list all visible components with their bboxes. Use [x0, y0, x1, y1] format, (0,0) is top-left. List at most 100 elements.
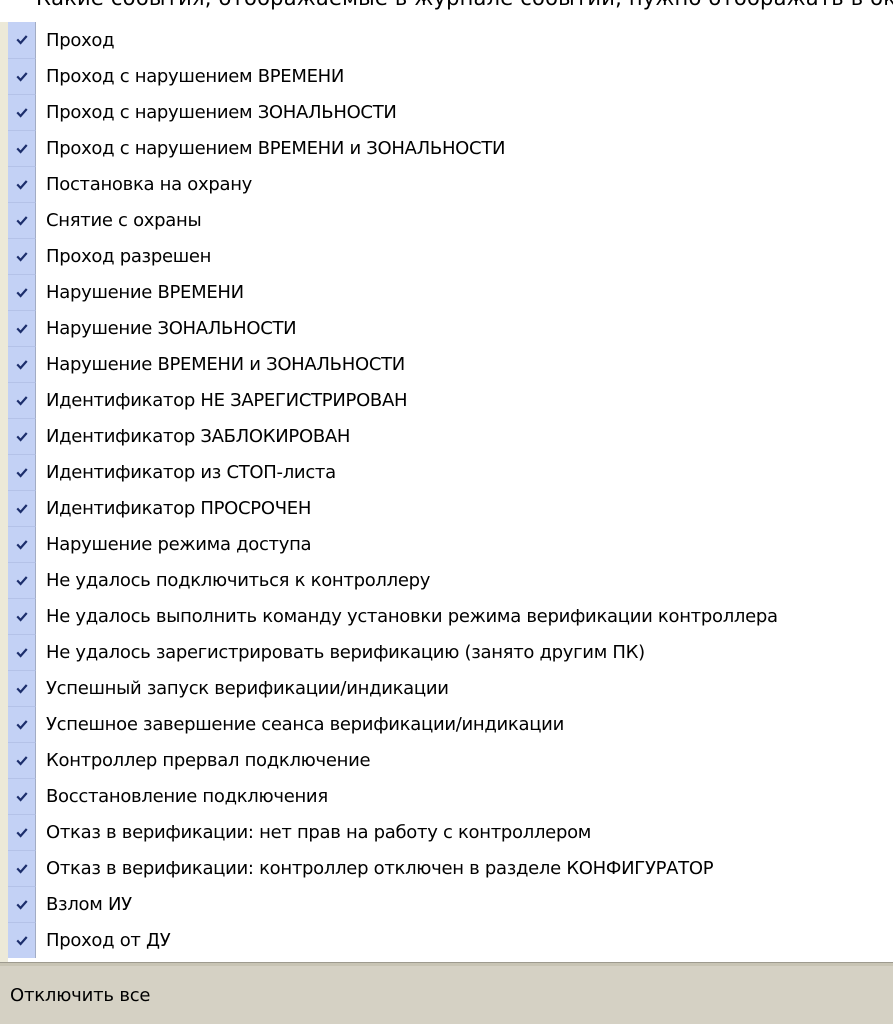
event-row[interactable]: Нарушение ВРЕМЕНИ и ЗОНАЛЬНОСТИ	[8, 346, 893, 382]
event-label: Проход с нарушением ВРЕМЕНИ	[46, 65, 345, 87]
event-checkbox[interactable]	[8, 238, 36, 274]
event-row[interactable]: Проход от ДУ	[8, 922, 893, 958]
disable-all-label: Отключить все	[10, 984, 151, 1006]
disable-all-button[interactable]: Отключить все	[0, 966, 893, 1024]
event-checkbox[interactable]	[8, 274, 36, 310]
event-checkbox[interactable]	[8, 814, 36, 850]
event-checkbox[interactable]	[8, 310, 36, 346]
event-checkbox[interactable]	[8, 346, 36, 382]
checkmark-icon	[15, 755, 28, 766]
event-label: Идентификатор из СТОП-листа	[46, 461, 336, 483]
event-row[interactable]: Нарушение ВРЕМЕНИ	[8, 274, 893, 310]
event-checkbox[interactable]	[8, 22, 36, 58]
event-checkbox[interactable]	[8, 418, 36, 454]
checkmark-icon	[15, 827, 28, 838]
event-row[interactable]: Восстановление подключения	[8, 778, 893, 814]
event-row[interactable]: Проход с нарушением ВРЕМЕНИ	[8, 58, 893, 94]
checkmark-icon	[15, 431, 28, 442]
event-row[interactable]: Не удалось подключиться к контроллеру	[8, 562, 893, 598]
event-label: Взлом ИУ	[46, 893, 132, 915]
event-row[interactable]: Идентификатор из СТОП-листа	[8, 454, 893, 490]
cropped-header-text: Какие события, отображаемые в журнале со…	[0, 0, 893, 22]
event-label: Отказ в верификации: нет прав на работу …	[46, 821, 592, 843]
event-row[interactable]: Проход разрешен	[8, 238, 893, 274]
event-label: Нарушение ЗОНАЛЬНОСТИ	[46, 317, 297, 339]
event-label: Проход от ДУ	[46, 929, 171, 951]
event-checkbox[interactable]	[8, 166, 36, 202]
event-checkbox[interactable]	[8, 922, 36, 958]
event-row[interactable]: Отказ в верификации: нет прав на работу …	[8, 814, 893, 850]
event-checkbox[interactable]	[8, 850, 36, 886]
checkmark-icon	[15, 143, 28, 154]
event-row[interactable]: Проход с нарушением ВРЕМЕНИ и ЗОНАЛЬНОСТ…	[8, 130, 893, 166]
event-label: Успешное завершение сеанса верификации/и…	[46, 713, 564, 735]
event-checkbox[interactable]	[8, 886, 36, 922]
event-row[interactable]: Нарушение режима доступа	[8, 526, 893, 562]
event-checkbox[interactable]	[8, 58, 36, 94]
event-label: Нарушение режима доступа	[46, 533, 312, 555]
checkmark-icon	[15, 935, 28, 946]
event-checkbox[interactable]	[8, 670, 36, 706]
event-checkbox[interactable]	[8, 382, 36, 418]
checkmark-icon	[15, 215, 28, 226]
checkmark-icon	[15, 71, 28, 82]
checkmark-icon	[15, 647, 28, 658]
checkmark-icon	[15, 791, 28, 802]
event-row[interactable]: Успешное завершение сеанса верификации/и…	[8, 706, 893, 742]
event-checkbox[interactable]	[8, 706, 36, 742]
event-row[interactable]: Нарушение ЗОНАЛЬНОСТИ	[8, 310, 893, 346]
event-row[interactable]: Проход	[8, 22, 893, 58]
event-row[interactable]: Идентификатор НЕ ЗАРЕГИСТРИРОВАН	[8, 382, 893, 418]
event-row[interactable]: Отказ в верификации: контроллер отключен…	[8, 850, 893, 886]
event-label: Проход с нарушением ЗОНАЛЬНОСТИ	[46, 101, 397, 123]
event-checkbox[interactable]	[8, 130, 36, 166]
event-checkbox[interactable]	[8, 526, 36, 562]
event-label: Проход с нарушением ВРЕМЕНИ и ЗОНАЛЬНОСТ…	[46, 137, 506, 159]
event-checkbox[interactable]	[8, 454, 36, 490]
event-checkbox[interactable]	[8, 598, 36, 634]
event-row[interactable]: Снятие с охраны	[8, 202, 893, 238]
event-label: Снятие с охраны	[46, 209, 202, 231]
event-checkbox[interactable]	[8, 778, 36, 814]
event-checkbox[interactable]	[8, 490, 36, 526]
checkmark-icon	[15, 395, 28, 406]
event-label: Не удалось выполнить команду установки р…	[46, 605, 778, 627]
header-text: Какие события, отображаемые в журнале со…	[36, 0, 893, 10]
event-row[interactable]: Успешный запуск верификации/индикации	[8, 670, 893, 706]
checkmark-icon	[15, 251, 28, 262]
checkmark-icon	[15, 323, 28, 334]
event-label: Идентификатор ПРОСРОЧЕН	[46, 497, 312, 519]
checkmark-icon	[15, 863, 28, 874]
event-row[interactable]: Идентификатор ПРОСРОЧЕН	[8, 490, 893, 526]
event-checkbox[interactable]	[8, 562, 36, 598]
event-checkbox[interactable]	[8, 742, 36, 778]
event-checkbox[interactable]	[8, 634, 36, 670]
checkmark-icon	[15, 719, 28, 730]
event-label: Проход	[46, 29, 115, 51]
event-checkbox[interactable]	[8, 202, 36, 238]
event-label: Контроллер прервал подключение	[46, 749, 371, 771]
event-row[interactable]: Идентификатор ЗАБЛОКИРОВАН	[8, 418, 893, 454]
event-row[interactable]: Постановка на охрану	[8, 166, 893, 202]
event-row[interactable]: Не удалось зарегистрировать верификацию …	[8, 634, 893, 670]
event-checkbox[interactable]	[8, 94, 36, 130]
event-row[interactable]: Проход с нарушением ЗОНАЛЬНОСТИ	[8, 94, 893, 130]
event-row[interactable]: Не удалось выполнить команду установки р…	[8, 598, 893, 634]
checkmark-icon	[15, 179, 28, 190]
checkmark-icon	[15, 107, 28, 118]
event-label: Идентификатор ЗАБЛОКИРОВАН	[46, 425, 351, 447]
event-label: Проход разрешен	[46, 245, 212, 267]
checkmark-icon	[15, 287, 28, 298]
checkmark-icon	[15, 359, 28, 370]
event-label: Нарушение ВРЕМЕНИ и ЗОНАЛЬНОСТИ	[46, 353, 405, 375]
event-label: Восстановление подключения	[46, 785, 328, 807]
checkmark-icon	[15, 35, 28, 45]
event-label: Нарушение ВРЕМЕНИ	[46, 281, 244, 303]
event-row[interactable]: Контроллер прервал подключение	[8, 742, 893, 778]
checkmark-icon	[15, 575, 28, 586]
checkmark-icon	[15, 611, 28, 622]
event-row[interactable]: Взлом ИУ	[8, 886, 893, 922]
event-label: Не удалось подключиться к контроллеру	[46, 569, 431, 591]
checkmark-icon	[15, 503, 28, 514]
event-label: Не удалось зарегистрировать верификацию …	[46, 641, 645, 663]
